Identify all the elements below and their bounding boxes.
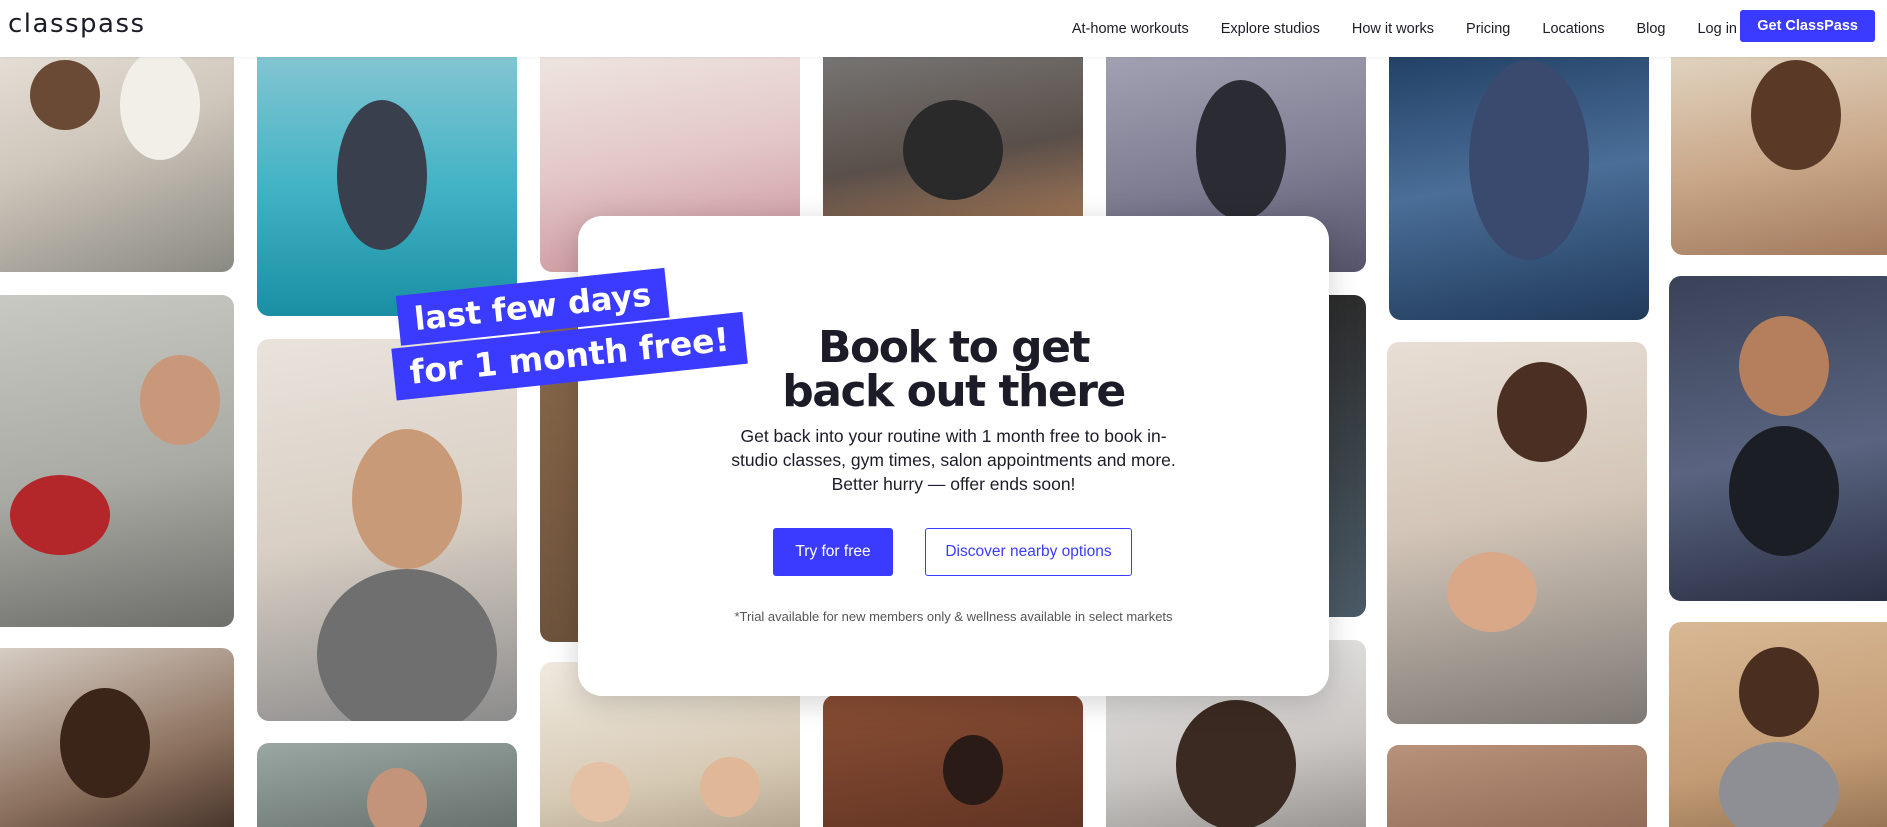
hero-subtext: Get back into your routine with 1 month … <box>731 426 1176 494</box>
top-nav-bar: classpass At-home workouts Explore studi… <box>0 0 1887 57</box>
nav-link-blog[interactable]: Blog <box>1636 21 1665 37</box>
nav-link-at-home-workouts[interactable]: At-home workouts <box>1072 21 1189 37</box>
nav-link-explore-studios[interactable]: Explore studios <box>1221 21 1320 37</box>
trial-disclaimer: *Trial available for new members only & … <box>734 609 1173 624</box>
photo-yoga-stretch <box>1671 40 1887 255</box>
photo-facial <box>1387 342 1647 724</box>
photo-man-meditating <box>1669 622 1887 827</box>
try-for-free-button[interactable]: Try for free <box>773 528 893 576</box>
photo-pilates-class <box>0 40 234 272</box>
classpass-logo[interactable]: classpass <box>8 9 146 39</box>
photo-massage <box>1387 745 1647 827</box>
nav-link-pricing[interactable]: Pricing <box>1466 21 1510 37</box>
main-nav: At-home workouts Explore studios How it … <box>1040 0 1737 57</box>
nav-link-how-it-works[interactable]: How it works <box>1352 21 1434 37</box>
promo-banner: last few days for 1 month free! <box>384 246 748 449</box>
photo-spa-treatment <box>823 695 1083 827</box>
photo-boxing-class <box>0 295 234 627</box>
page: classpass At-home workouts Explore studi… <box>0 0 1887 827</box>
nav-link-locations[interactable]: Locations <box>1542 21 1604 37</box>
photo-cycling <box>1389 40 1649 320</box>
nav-link-log-in[interactable]: Log in <box>1697 21 1737 37</box>
get-classpass-button[interactable]: Get ClassPass <box>1740 10 1875 42</box>
photo-man-portrait <box>257 743 517 827</box>
photo-boxer <box>0 648 234 827</box>
discover-nearby-options-button[interactable]: Discover nearby options <box>925 528 1132 576</box>
photo-smiling-woman <box>1669 276 1887 601</box>
